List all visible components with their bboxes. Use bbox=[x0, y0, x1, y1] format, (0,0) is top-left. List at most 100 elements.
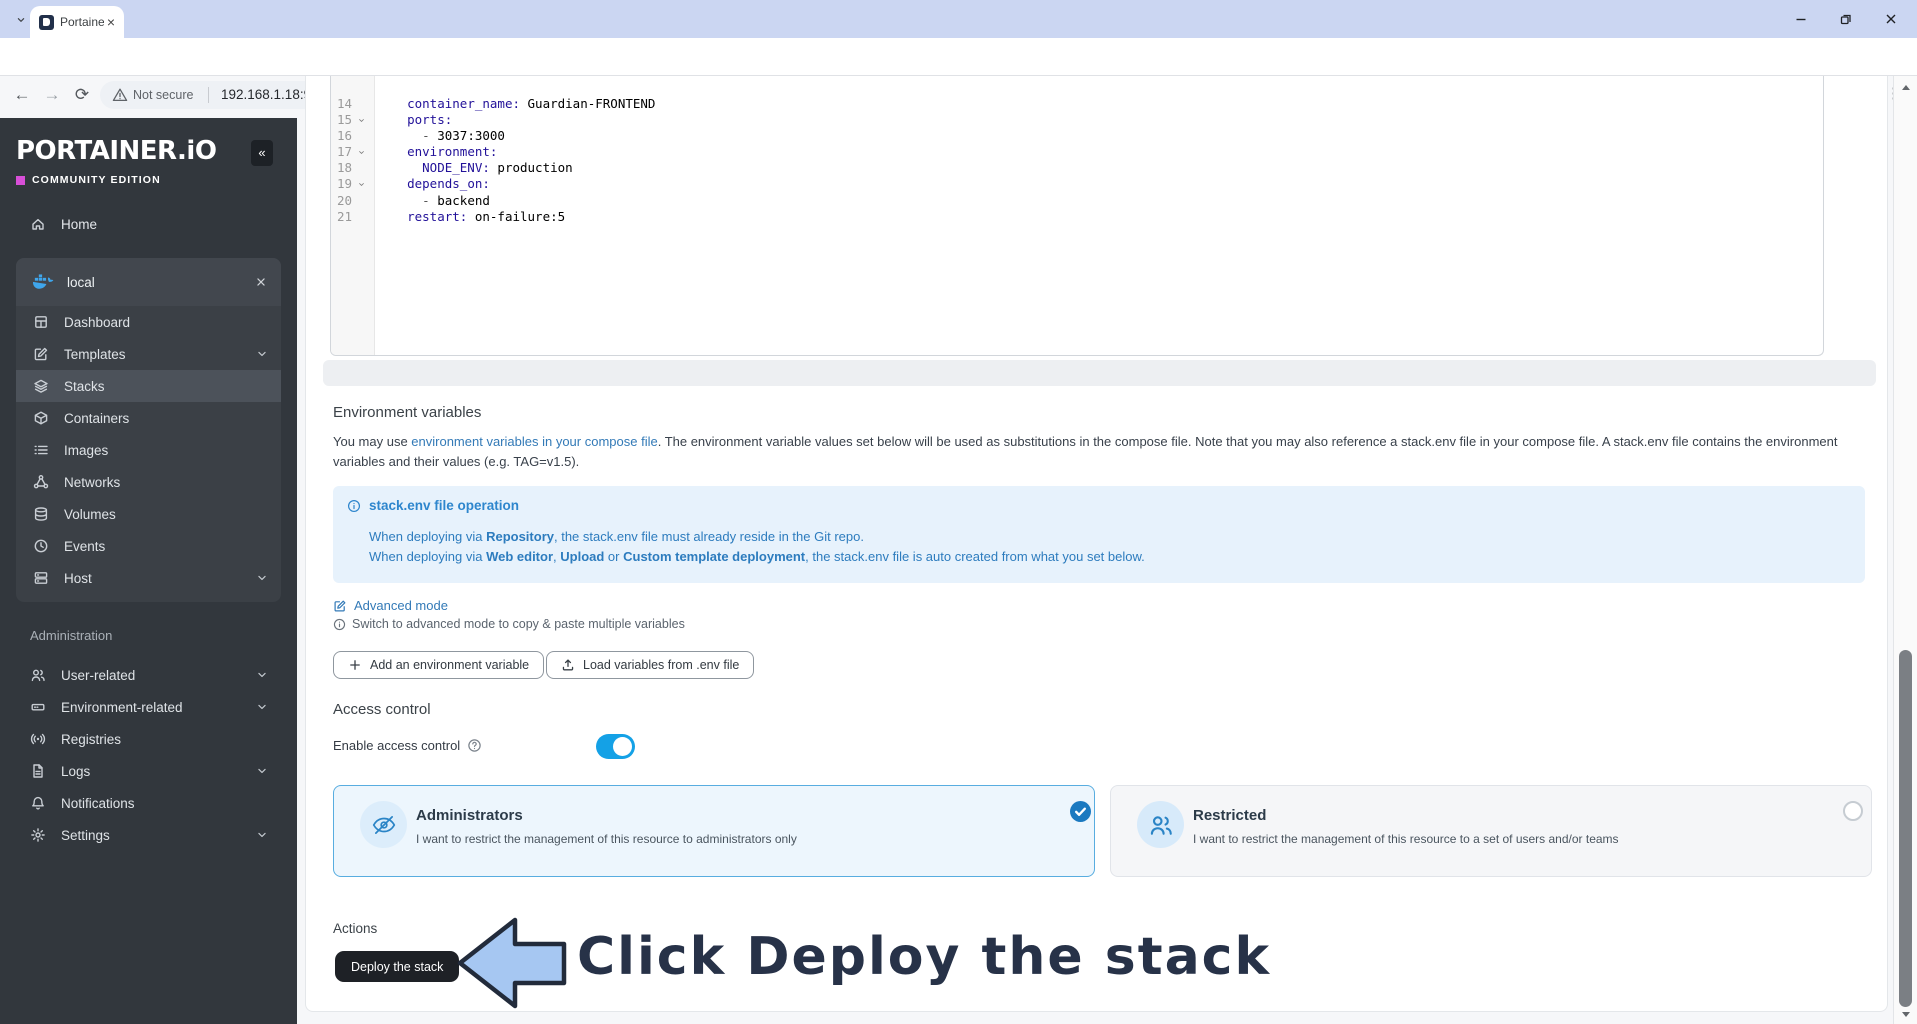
code-text: - 3037:3000 bbox=[422, 128, 505, 144]
code-line[interactable]: 18 NODE_ENV: production bbox=[331, 160, 1823, 176]
compose-env-vars-link[interactable]: environment variables in your compose fi… bbox=[411, 434, 657, 449]
sidebar-item-label: Volumes bbox=[64, 506, 116, 522]
access-control-toggle[interactable] bbox=[596, 734, 635, 759]
users-icon bbox=[1137, 801, 1184, 848]
sidebar-item-label: Templates bbox=[64, 346, 126, 362]
sidebar-item-templates[interactable]: Templates bbox=[16, 338, 281, 370]
info-bold: Repository bbox=[486, 529, 554, 544]
sidebar-item-label: Registries bbox=[61, 731, 122, 747]
sidebar-item-events[interactable]: Events bbox=[16, 530, 281, 562]
chevron-down-icon bbox=[255, 828, 269, 842]
sidebar-item-dashboard[interactable]: Dashboard bbox=[16, 306, 281, 338]
scrollbar-thumb[interactable] bbox=[1899, 650, 1912, 1007]
sidebar-item-settings[interactable]: Settings bbox=[0, 819, 297, 851]
code-line[interactable]: 17 environment: bbox=[331, 144, 1823, 160]
tab-search-chevron-icon[interactable] bbox=[10, 9, 32, 31]
sidebar-item-user-related[interactable]: User-related bbox=[0, 659, 297, 691]
edition-square-icon bbox=[16, 175, 25, 185]
administrators-option-card[interactable]: Administrators I want to restrict the ma… bbox=[333, 785, 1095, 877]
sidebar-item-label: Events bbox=[64, 538, 106, 554]
sidebar-item-logs[interactable]: Logs bbox=[0, 755, 297, 787]
code-text: depends_on: bbox=[407, 176, 490, 192]
page-scrollbar[interactable] bbox=[1893, 76, 1917, 1024]
advanced-mode-hint: Switch to advanced mode to copy & paste … bbox=[333, 617, 685, 631]
sidebar-item-host[interactable]: Host bbox=[16, 562, 281, 594]
info-line-webeditor: When deploying via Web editor, Upload or… bbox=[369, 549, 1145, 564]
sidebar-item-label: Stacks bbox=[64, 378, 105, 394]
not-secure-label[interactable]: Not secure bbox=[133, 81, 193, 109]
load-env-file-button[interactable]: Load variables from .env file bbox=[546, 651, 755, 679]
fold-chevron-icon[interactable] bbox=[353, 144, 369, 160]
code-line[interactable]: 19 depends_on: bbox=[331, 176, 1823, 192]
code-text: ports: bbox=[407, 112, 453, 128]
line-number: 17 bbox=[337, 144, 353, 160]
scroll-up-icon[interactable] bbox=[1900, 82, 1912, 94]
sidebar-item-stacks[interactable]: Stacks bbox=[16, 370, 281, 402]
code-line[interactable]: 15 ports: bbox=[331, 112, 1823, 128]
line-number: 18 bbox=[337, 160, 353, 176]
unselected-radio-icon[interactable] bbox=[1843, 801, 1863, 821]
code-line[interactable]: 20 - backend bbox=[331, 193, 1823, 209]
sidebar-item-notifications[interactable]: Notifications bbox=[0, 787, 297, 819]
code-line[interactable]: 21 restart: on-failure:5 bbox=[331, 209, 1823, 225]
window-restore-icon[interactable] bbox=[1838, 11, 1854, 27]
stack-env-info-box: stack.env file operation When deploying … bbox=[333, 486, 1865, 583]
sidebar-item-images[interactable]: Images bbox=[16, 434, 281, 466]
host-icon bbox=[33, 570, 49, 586]
window-close-icon[interactable] bbox=[1883, 11, 1899, 27]
code-lines: 14 container_name: Guardian-FRONTEND 15 p… bbox=[331, 96, 1823, 225]
info-text: When deploying via bbox=[369, 529, 487, 544]
restricted-option-card[interactable]: Restricted I want to restrict the manage… bbox=[1110, 785, 1872, 877]
sidebar-item-label: Networks bbox=[64, 474, 121, 490]
info-bold: Custom template deployment bbox=[623, 549, 806, 564]
annotation-text: Click Deploy the stack bbox=[577, 927, 1272, 987]
sidebar-item-label: Images bbox=[64, 442, 109, 458]
fold-chevron-icon[interactable] bbox=[353, 176, 369, 192]
scroll-down-icon[interactable] bbox=[1900, 1008, 1912, 1020]
window-minimize-icon[interactable] bbox=[1793, 11, 1809, 27]
deploy-stack-button[interactable]: Deploy the stack bbox=[335, 951, 460, 982]
code-line[interactable]: 16 - 3037:3000 bbox=[331, 128, 1823, 144]
advanced-mode-link[interactable]: Advanced mode bbox=[333, 598, 448, 613]
code-line[interactable]: 14 container_name: Guardian-FRONTEND bbox=[331, 96, 1823, 112]
edition-label: COMMUNITY EDITION bbox=[32, 174, 161, 186]
sidebar-item-containers[interactable]: Containers bbox=[16, 402, 281, 434]
tab-close-icon[interactable]: × bbox=[103, 14, 119, 30]
add-env-variable-button[interactable]: Add an environment variable bbox=[333, 651, 545, 679]
volumes-icon bbox=[33, 506, 49, 522]
stacks-icon bbox=[33, 378, 49, 394]
sidebar-collapse-button[interactable]: « bbox=[251, 140, 273, 166]
environment-close-icon[interactable] bbox=[254, 275, 268, 289]
reload-icon[interactable]: ⟳ bbox=[70, 83, 94, 107]
not-secure-warning-icon bbox=[112, 87, 128, 103]
editor-footer-strip bbox=[323, 360, 1876, 386]
chevron-down-icon bbox=[255, 347, 269, 361]
sidebar-item-networks[interactable]: Networks bbox=[16, 466, 281, 498]
code-text: container_name: Guardian-FRONTEND bbox=[407, 96, 656, 111]
address-divider bbox=[208, 87, 209, 103]
environment-icon bbox=[30, 699, 46, 715]
browser-tab[interactable]: Portainer × bbox=[30, 6, 124, 38]
help-circle-icon[interactable] bbox=[467, 738, 482, 753]
sidebar-item-volumes[interactable]: Volumes bbox=[16, 498, 281, 530]
home-icon bbox=[30, 216, 46, 232]
fold-chevron-icon[interactable] bbox=[353, 112, 369, 128]
sidebar-item-home[interactable]: Home bbox=[0, 208, 297, 240]
edition-badge: COMMUNITY EDITION bbox=[16, 174, 161, 186]
access-control-heading: Access control bbox=[333, 701, 431, 718]
environment-name: local bbox=[67, 274, 95, 290]
settings-icon bbox=[30, 827, 46, 843]
logs-icon bbox=[30, 763, 46, 779]
containers-icon bbox=[33, 410, 49, 426]
administration-label: Administration bbox=[30, 628, 113, 643]
events-icon bbox=[33, 538, 49, 554]
compose-editor[interactable]: 14 container_name: Guardian-FRONTEND 15 p… bbox=[330, 76, 1824, 356]
sidebar: PORTAINER.iO « COMMUNITY EDITION Home lo… bbox=[0, 118, 297, 1024]
sidebar-item-environment-related[interactable]: Environment-related bbox=[0, 691, 297, 723]
sidebar-item-registries[interactable]: Registries bbox=[0, 723, 297, 755]
forward-icon[interactable]: → bbox=[40, 83, 64, 107]
back-icon[interactable]: ← bbox=[10, 83, 34, 107]
environment-header[interactable]: local bbox=[16, 258, 281, 306]
